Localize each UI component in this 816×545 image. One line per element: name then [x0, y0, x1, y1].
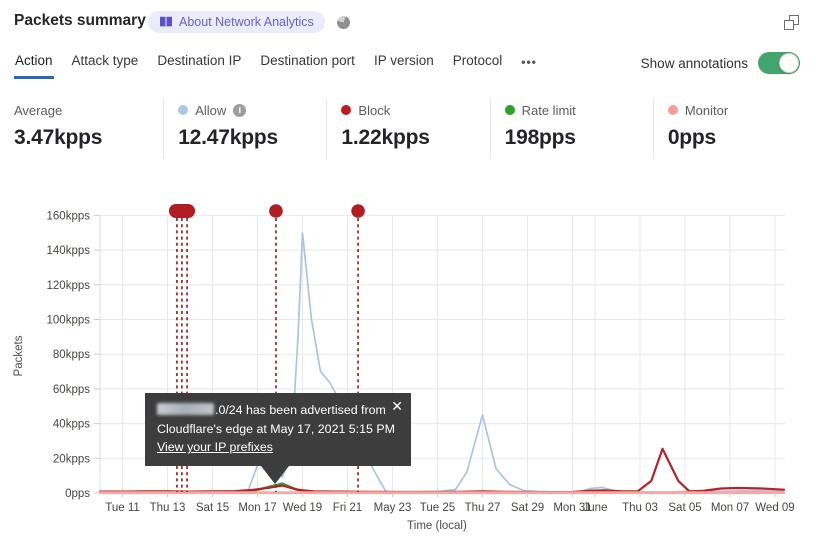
tooltip-line-1: .0/24 has been advertised from [157, 401, 399, 420]
x-tick-label: Thu 13 [150, 502, 186, 514]
y-tick-label: 40kpps [53, 419, 90, 431]
annotation-marker[interactable] [351, 204, 365, 218]
y-tick-label: 0pps [65, 488, 90, 500]
annotation-marker-cluster[interactable] [168, 204, 196, 218]
x-tick-label: Wed 19 [283, 502, 322, 514]
y-tick-label: 80kpps [53, 349, 90, 361]
x-tick-label: Fri 21 [333, 502, 362, 514]
x-tick-label: Sat 05 [668, 502, 701, 514]
y-tick-label: 120kpps [47, 280, 91, 292]
chart-axes: 0pps 20kpps 40kpps 60kpps 80kpps 100kpps 120kp… [47, 210, 795, 514]
x-tick-label: Sat 15 [196, 502, 229, 514]
x-tick-label: June [583, 502, 608, 514]
x-tick-label: Mon 17 [238, 502, 276, 514]
y-tick-label: 160kpps [47, 210, 91, 222]
tooltip-caret [261, 465, 289, 484]
tooltip-close-button[interactable]: ✕ [389, 397, 405, 415]
x-tick-label: Thu 03 [622, 502, 658, 514]
annotation-tooltip: ✕ .0/24 has been advertised from Cloudfl… [145, 393, 411, 484]
view-ip-prefixes-link[interactable]: View your IP prefixes [157, 440, 273, 454]
x-tick-label: Tue 25 [420, 502, 455, 514]
annotation-marker[interactable] [269, 204, 283, 218]
x-tick-label: Wed 09 [755, 502, 794, 514]
y-axis-title: Packets [13, 335, 25, 376]
x-tick-label: May 23 [374, 502, 412, 514]
y-tick-label: 100kpps [47, 315, 91, 327]
x-tick-label: Sat 29 [511, 502, 544, 514]
y-tick-label: 60kpps [53, 384, 90, 396]
network-analytics-panel: Packets summary About Network Analytics … [0, 0, 816, 545]
x-axis-title: Time (local) [407, 520, 467, 532]
tooltip-line-2: Cloudflare's edge at May 17, 2021 5:15 P… [157, 421, 395, 436]
redacted-ip-prefix [157, 403, 214, 415]
x-tick-label: Tue 11 [105, 502, 140, 514]
x-tick-label: Mon 07 [711, 502, 749, 514]
x-tick-label: Thu 27 [465, 502, 501, 514]
y-tick-label: 140kpps [47, 245, 91, 257]
y-tick-label: 20kpps [53, 453, 90, 465]
